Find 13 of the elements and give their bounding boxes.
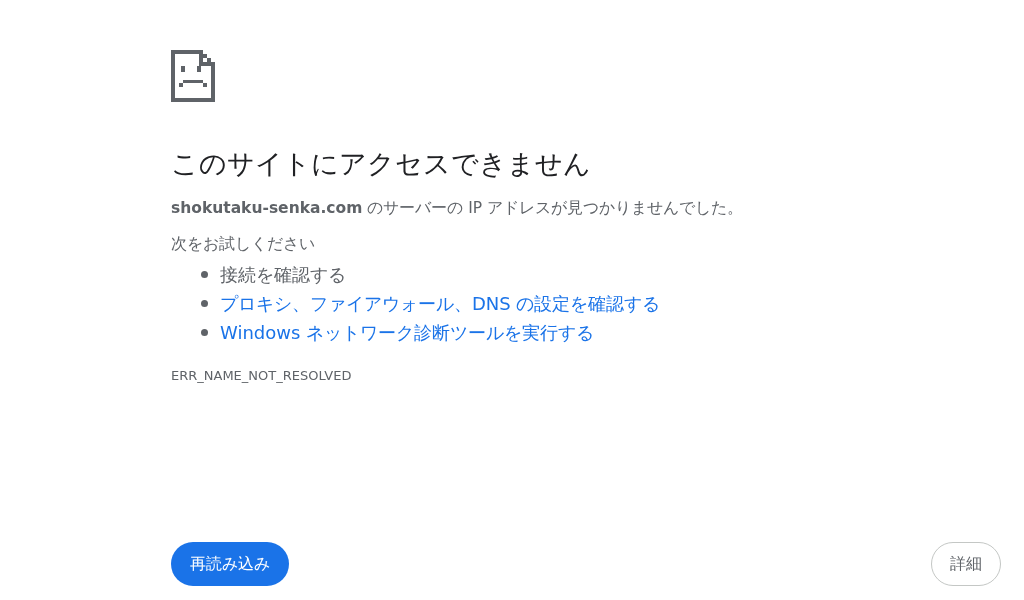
details-button[interactable]: 詳細 (931, 542, 1001, 586)
bullet-icon (201, 271, 208, 278)
bullet-icon (201, 300, 208, 307)
suggestion-link[interactable]: Windows ネットワーク診断ツールを実行する (220, 320, 595, 345)
error-message: shokutaku-senka.com のサーバーの IP アドレスが見つかりませんでした。 (171, 198, 744, 219)
suggestion-link[interactable]: プロキシ、ファイアウォール、DNS の設定を確認する (220, 291, 661, 316)
suggestion-text: 接続を確認する (220, 262, 346, 287)
reload-button[interactable]: 再読み込み (171, 542, 289, 586)
page-heading: このサイトにアクセスできません (171, 147, 591, 181)
error-code: ERR_NAME_NOT_RESOLVED (171, 368, 352, 383)
bullet-icon (201, 329, 208, 336)
sad-page-icon (171, 50, 215, 102)
suggestions-title: 次をお試しください (171, 233, 315, 255)
